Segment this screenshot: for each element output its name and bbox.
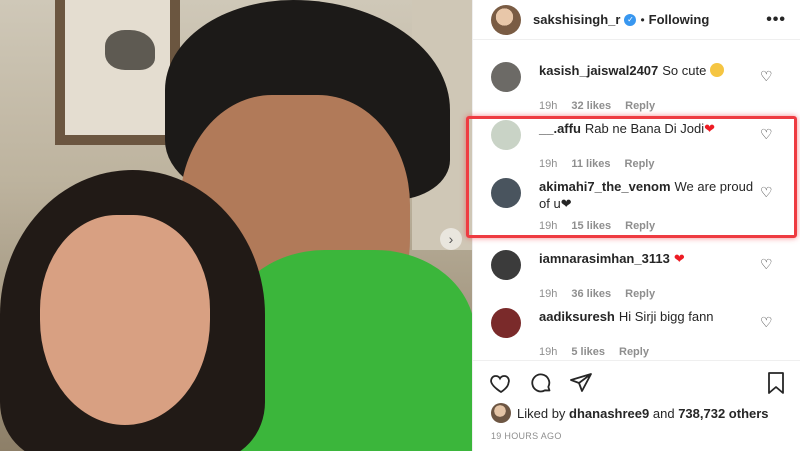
verified-icon: ✓	[624, 13, 637, 26]
comment-likes[interactable]: 36 likes	[571, 288, 611, 300]
action-icons	[473, 361, 800, 395]
comment-reply-button[interactable]: Reply	[619, 346, 649, 358]
author-avatar[interactable]	[491, 4, 521, 35]
comment-avatar[interactable]	[491, 250, 521, 280]
comment-meta: 19h 32 likes Reply	[539, 100, 800, 112]
comment-avatar[interactable]	[491, 308, 521, 338]
author-username[interactable]: sakshisingh_r	[533, 12, 620, 27]
comment-item: aadiksuresh Hi Sirji bigg fann 19h 5 like…	[491, 308, 800, 358]
comment-avatar[interactable]	[491, 62, 521, 92]
comment-likes[interactable]: 5 likes	[571, 346, 605, 358]
post-actions: Liked by dhanashree9 and 738,732 others …	[473, 360, 800, 451]
liked-by: Liked by dhanashree9 and 738,732 others	[473, 395, 800, 423]
comment-heart-outline-icon[interactable]: ♡	[760, 315, 774, 329]
bookmark-icon[interactable]	[765, 371, 787, 395]
comment-author[interactable]: iamnarasimhan_3113	[539, 251, 670, 266]
comment-body: aadiksuresh Hi Sirji bigg fann	[539, 308, 764, 325]
comment-heart-outline-icon[interactable]: ♡	[760, 69, 774, 83]
post-header: sakshisingh_r ✓ • Following •••	[473, 0, 800, 40]
wall-picture-frame	[55, 0, 180, 145]
liked-by-user[interactable]: dhanashree9	[569, 406, 649, 421]
red-heart-emoji: ❤	[673, 251, 685, 266]
liked-by-prefix: Liked by	[517, 405, 566, 421]
comment-body: iamnarasimhan_3113 ❤	[539, 250, 764, 267]
next-photo-button[interactable]: ›	[440, 228, 462, 250]
comment-meta: 19h 5 likes Reply	[539, 346, 800, 358]
liked-by-conjunction: and	[652, 405, 675, 421]
comment-icon[interactable]	[529, 371, 553, 395]
comment-item: kasish_jaiswal2407 So cute 19h 32 likes R…	[491, 62, 800, 112]
comment-heart-outline-icon[interactable]: ♡	[760, 257, 774, 271]
highlight-box	[466, 116, 797, 238]
comment-reply-button[interactable]: Reply	[625, 100, 655, 112]
following-button[interactable]: Following	[649, 12, 710, 27]
comment-reply-button[interactable]: Reply	[625, 288, 655, 300]
comment-author[interactable]: kasish_jaiswal2407	[539, 63, 658, 78]
smiley-emoji	[709, 63, 724, 77]
post-timestamp[interactable]: 19 HOURS AGO	[473, 423, 800, 441]
heart-icon[interactable]	[489, 371, 513, 395]
comment-likes[interactable]: 32 likes	[571, 100, 611, 112]
comment-meta: 19h 36 likes Reply	[539, 288, 800, 300]
comment-item: iamnarasimhan_3113 ❤ 19h 36 likes Reply	[491, 250, 800, 300]
comment-age: 19h	[539, 288, 558, 300]
post-photo[interactable]: ›	[0, 0, 472, 451]
liked-by-avatar[interactable]	[491, 403, 511, 423]
woman-face	[40, 215, 210, 425]
liked-by-others[interactable]: 738,732 others	[678, 406, 768, 421]
comment-body: kasish_jaiswal2407 So cute	[539, 62, 764, 79]
send-icon[interactable]	[569, 371, 593, 395]
comment-text: Hi Sirji bigg fann	[618, 309, 714, 324]
comment-age: 19h	[539, 346, 558, 358]
header-separator: •	[640, 12, 645, 27]
comment-age: 19h	[539, 100, 558, 112]
more-options-icon[interactable]: •••	[766, 11, 786, 29]
comment-text: So cute	[662, 63, 707, 78]
comment-author[interactable]: aadiksuresh	[539, 309, 615, 324]
